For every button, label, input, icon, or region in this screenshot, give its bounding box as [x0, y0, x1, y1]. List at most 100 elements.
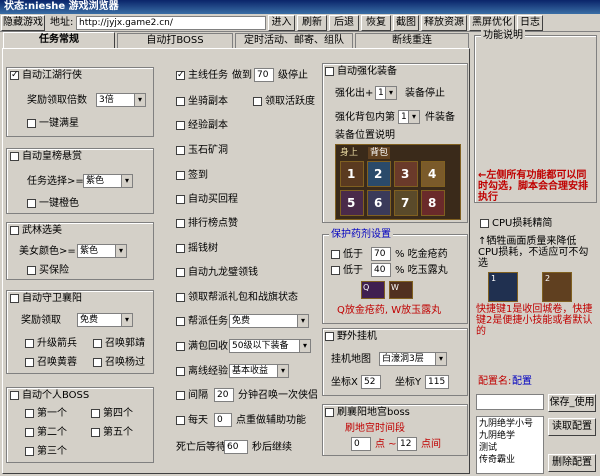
- task-color-label: 任务选择>=: [27, 176, 84, 187]
- mount-dungeon-checkbox[interactable]: 坐骑副本: [176, 96, 228, 108]
- bag-recycle-checkbox[interactable]: 满包回收: [176, 341, 228, 353]
- boss-2-checkbox[interactable]: 第二个: [25, 427, 67, 439]
- boss-5-checkbox[interactable]: 第五个: [91, 427, 133, 439]
- list-item[interactable]: 九阴绝学: [479, 430, 515, 442]
- jianghu-group: 自动江湖行侠 奖励领取倍数 3倍 一键满星: [6, 67, 154, 137]
- interval-input[interactable]: 20: [214, 388, 234, 402]
- log-button[interactable]: 日志: [517, 15, 543, 31]
- rank-like-checkbox[interactable]: 排行榜点赞: [176, 218, 238, 230]
- refresh-to-label: 点 ~: [375, 439, 397, 450]
- blackscreen-button[interactable]: 黑屏优化: [469, 15, 515, 31]
- huangbang-orange-checkbox[interactable]: 一键橙色: [27, 198, 79, 210]
- info-title: 功能说明: [481, 30, 525, 42]
- potion-low2-checkbox[interactable]: 低于: [331, 265, 363, 277]
- guild-gift-checkbox[interactable]: 领取帮派礼包和战旗状态: [176, 292, 298, 304]
- equip-slot: 8: [421, 190, 445, 216]
- equip-slot: 4: [421, 161, 445, 187]
- config-list[interactable]: 九阴绝学小号 九阴绝学 测试 传奇霸业: [476, 416, 544, 474]
- main-task-checkbox[interactable]: 主线任务: [176, 69, 228, 82]
- potion-q-icon: Q: [361, 281, 385, 299]
- signin-checkbox[interactable]: 签到: [176, 170, 208, 182]
- coord-x-label: 坐标X: [331, 377, 358, 388]
- activity-checkbox[interactable]: 领取活跃度: [253, 96, 315, 108]
- xiangyang-reward-select[interactable]: 免费: [77, 313, 133, 327]
- death-wait-input[interactable]: 60: [224, 440, 248, 454]
- tab-boss[interactable]: 自动打BOSS: [117, 33, 233, 48]
- personal-boss-group: 自动个人BOSS 第一个 第四个 第二个 第五个 第三个: [6, 387, 154, 463]
- beauty-color-select[interactable]: 紫色: [77, 244, 127, 258]
- list-item[interactable]: 传奇霸业: [479, 454, 515, 466]
- strengthen-bag-label: 强化背包内第: [335, 112, 395, 123]
- save-config-button[interactable]: 保存_使用: [548, 394, 596, 412]
- xiangyang-checkbox[interactable]: 自动守卫襄阳: [10, 293, 82, 305]
- main-task-level-input[interactable]: 70: [254, 68, 274, 82]
- buy-insurance-checkbox[interactable]: 买保险: [27, 265, 69, 277]
- list-item[interactable]: 测试: [479, 442, 497, 454]
- potion-low1-checkbox[interactable]: 低于: [331, 249, 363, 261]
- back-button[interactable]: 后退: [329, 15, 359, 31]
- list-item[interactable]: 九阴绝学小号: [479, 418, 533, 430]
- equip-tab-bag: 背包: [368, 147, 391, 159]
- strengthen-checkbox[interactable]: 自动强化装备: [325, 66, 397, 78]
- summon-yangguo-checkbox[interactable]: 召唤杨过: [93, 357, 145, 369]
- potion-v2-input[interactable]: 40: [371, 263, 391, 277]
- refresh-time-label: 刷地宫时间段: [345, 423, 405, 434]
- boss-4-checkbox[interactable]: 第四个: [91, 408, 133, 420]
- summon-huangrong-checkbox[interactable]: 召唤黄蓉: [25, 357, 77, 369]
- interval-checkbox[interactable]: 间隔: [176, 390, 208, 402]
- screenshot-button[interactable]: 截图: [393, 15, 419, 31]
- reward-multiplier-select[interactable]: 3倍: [96, 93, 146, 107]
- personal-boss-checkbox[interactable]: 自动个人BOSS: [10, 390, 89, 402]
- summon-guojing-checkbox[interactable]: 召唤郭靖: [93, 338, 145, 350]
- address-input[interactable]: http://jyjx.game2.cn/: [76, 16, 266, 30]
- money-tree-checkbox[interactable]: 摇钱树: [176, 243, 218, 255]
- guild-task-select[interactable]: 免费: [229, 314, 309, 328]
- read-config-button[interactable]: 读取配置: [548, 418, 596, 436]
- boss-3-checkbox[interactable]: 第三个: [25, 446, 67, 458]
- hangup-map-select[interactable]: 白濠洞3层: [379, 352, 447, 366]
- tab-task[interactable]: 任务常规: [3, 32, 115, 49]
- upgrade-archer-checkbox[interactable]: 升级箭兵: [25, 338, 77, 350]
- jianghu-fullstar-checkbox[interactable]: 一键满星: [27, 118, 79, 130]
- refresh-boss-checkbox[interactable]: 刷襄阳地宫boss: [325, 407, 410, 419]
- strengthen-to-suffix: 装备停止: [405, 88, 445, 99]
- potion-s1-label: % 吃金疮药: [395, 249, 448, 260]
- buy-return-checkbox[interactable]: 自动买回程: [176, 194, 238, 206]
- bag-recycle-select[interactable]: 50级以下装备: [229, 339, 311, 353]
- potion-w-icon: W: [389, 281, 413, 299]
- jade-mine-checkbox[interactable]: 玉石矿洞: [176, 145, 228, 157]
- config-name-input[interactable]: [476, 394, 544, 410]
- refresh-to-input[interactable]: 12: [397, 437, 417, 451]
- guild-task-checkbox[interactable]: 帮派任务: [176, 316, 228, 328]
- daily-input[interactable]: 0: [214, 413, 232, 427]
- offline-exp-checkbox[interactable]: 离线经验: [176, 366, 228, 378]
- potion-title: 保护药剂设置: [329, 229, 393, 241]
- daily-checkbox[interactable]: 每天: [176, 415, 208, 427]
- exp-dungeon-checkbox[interactable]: 经验副本: [176, 120, 228, 132]
- strengthen-bag-select[interactable]: 1: [398, 110, 420, 124]
- refresh-button[interactable]: 刷新: [297, 15, 327, 31]
- wulin-checkbox[interactable]: 武林选美: [10, 225, 62, 237]
- restore-button[interactable]: 恢复: [361, 15, 391, 31]
- release-button[interactable]: 释放资源: [421, 15, 467, 31]
- main-task-stop-label: 做到: [232, 70, 252, 81]
- refresh-from-input[interactable]: 0: [351, 437, 371, 451]
- huangbang-checkbox[interactable]: 自动皇榜悬赏: [10, 151, 82, 163]
- cpu-checkbox[interactable]: CPU损耗精简: [480, 218, 552, 230]
- nine-dragon-checkbox[interactable]: 自动九龙璧领钱: [176, 267, 258, 279]
- coord-x-input[interactable]: 52: [361, 375, 381, 389]
- equip-slot: 5: [340, 190, 364, 216]
- hide-game-button[interactable]: 隐藏游戏: [1, 15, 45, 31]
- potion-v1-input[interactable]: 70: [371, 247, 391, 261]
- hangup-checkbox[interactable]: 野外挂机: [325, 331, 377, 343]
- delete-config-button[interactable]: 删除配置: [548, 454, 596, 472]
- tab-reconnect[interactable]: 断线重连: [355, 33, 469, 48]
- coord-y-input[interactable]: 115: [425, 375, 449, 389]
- boss-1-checkbox[interactable]: 第一个: [25, 408, 67, 420]
- offline-exp-select[interactable]: 基本收益: [229, 364, 289, 378]
- strengthen-to-select[interactable]: 1: [375, 86, 397, 100]
- task-color-select[interactable]: 紫色: [83, 174, 133, 188]
- jianghu-checkbox[interactable]: 自动江湖行侠: [10, 69, 82, 82]
- tab-events[interactable]: 定时活动、邮寄、组队: [235, 33, 353, 48]
- enter-button[interactable]: 进入: [268, 15, 295, 31]
